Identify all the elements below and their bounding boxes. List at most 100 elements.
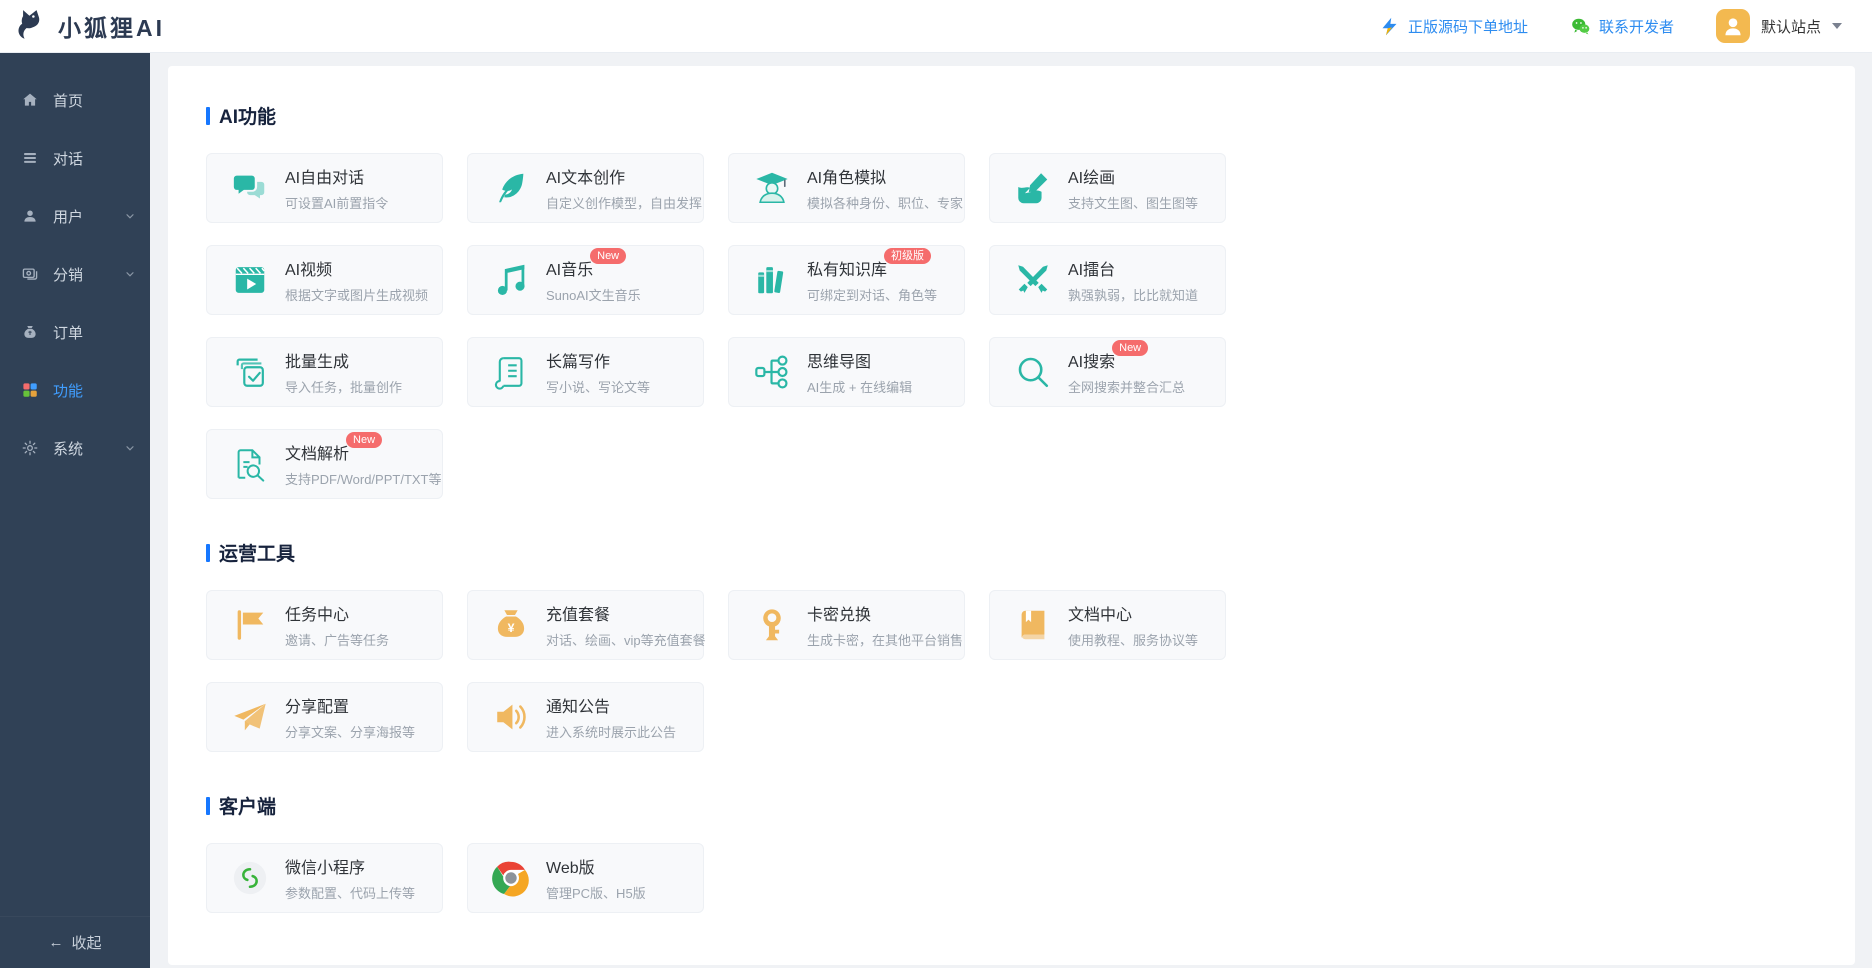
card-desc: 参数配置、代码上传等 bbox=[285, 883, 415, 902]
sidebar-item-system[interactable]: 系统 bbox=[0, 419, 150, 477]
feature-card-doc-center[interactable]: 文档中心使用教程、服务协议等 bbox=[989, 590, 1226, 660]
key-icon bbox=[753, 606, 791, 644]
feature-card-ai-music[interactable]: AI音乐NewSunoAI文生音乐 bbox=[467, 245, 704, 315]
card-desc: 分享文案、分享海报等 bbox=[285, 722, 415, 741]
sidebar-item-home[interactable]: 首页 bbox=[0, 71, 150, 129]
sidebar-item-chat[interactable]: 对话 bbox=[0, 129, 150, 187]
feature-card-ai-role-play[interactable]: AI角色模拟模拟各种身份、职位、专家 bbox=[728, 153, 965, 223]
graduate-icon bbox=[753, 169, 791, 207]
card-text: AI绘画支持文生图、图生图等 bbox=[1068, 164, 1198, 212]
feature-card-batch-generate[interactable]: 批量生成导入任务，批量创作 bbox=[206, 337, 443, 407]
card-title: AI音乐 bbox=[546, 256, 593, 280]
card-title: Web版 bbox=[546, 854, 595, 878]
section-ops-tools: 运营工具任务中心邀请、广告等任务¥充值套餐对话、绘画、vip等充值套餐卡密兑换生… bbox=[206, 539, 1815, 752]
moneybag-icon: ¥ bbox=[492, 606, 530, 644]
card-title: 批量生成 bbox=[285, 348, 349, 372]
feature-card-mind-map[interactable]: 思维导图AI生成 + 在线编辑 bbox=[728, 337, 965, 407]
sidebar-item-label: 用户 bbox=[53, 206, 124, 227]
section-title-bar bbox=[206, 797, 210, 815]
mindmap-icon bbox=[753, 353, 791, 391]
sections: AI功能 AI自由对话可设置AI前置指令 AI文本创作自定义创作模型，自由发挥 AI角… bbox=[206, 102, 1815, 913]
arrow-left-icon: ← bbox=[48, 934, 63, 951]
feature-card-wechat-miniprogram[interactable]: 微信小程序参数配置、代码上传等 bbox=[206, 843, 443, 913]
feature-card-announcement[interactable]: 通知公告进入系统时展示此公告 bbox=[467, 682, 704, 752]
sidebar-item-label: 系统 bbox=[53, 438, 124, 459]
feature-card-task-center[interactable]: 任务中心邀请、广告等任务 bbox=[206, 590, 443, 660]
feature-card-knowledge-base[interactable]: 私有知识库初级版可绑定到对话、角色等 bbox=[728, 245, 965, 315]
section-title-text: AI功能 bbox=[219, 102, 276, 129]
sidebar-item-features[interactable]: 功能 bbox=[0, 361, 150, 419]
fox-logo-icon bbox=[12, 7, 50, 45]
card-text: 分享配置分享文案、分享海报等 bbox=[285, 693, 415, 741]
z-logo-icon bbox=[1379, 16, 1400, 37]
section-title: 客户端 bbox=[206, 792, 1815, 819]
badge: 初级版 bbox=[884, 248, 931, 264]
feature-card-ai-search[interactable]: AI搜索New全网搜索并整合汇总 bbox=[989, 337, 1226, 407]
card-title: 分享配置 bbox=[285, 693, 349, 717]
sidebar: 首页对话用户分销订单功能系统 ← 收起 bbox=[0, 53, 150, 968]
collapse-label: 收起 bbox=[71, 932, 101, 953]
flag-icon bbox=[231, 606, 269, 644]
feature-card-ai-painting[interactable]: AI绘画支持文生图、图生图等 bbox=[989, 153, 1226, 223]
card-title: AI文本创作 bbox=[546, 164, 625, 188]
site-label: 默认站点 bbox=[1761, 16, 1821, 37]
card-grid: AI自由对话可设置AI前置指令 AI文本创作自定义创作模型，自由发挥 AI角色模拟模… bbox=[206, 153, 1815, 499]
card-desc: 可绑定到对话、角色等 bbox=[807, 285, 937, 304]
distribution-icon bbox=[21, 265, 39, 283]
video-clapper-icon bbox=[231, 261, 269, 299]
card-text: 通知公告进入系统时展示此公告 bbox=[546, 693, 676, 741]
book-icon bbox=[1014, 606, 1052, 644]
card-title: 文档中心 bbox=[1068, 601, 1132, 625]
link-contact-developer[interactable]: 联系开发者 bbox=[1570, 16, 1674, 37]
chat-bubbles-icon bbox=[231, 169, 269, 207]
badge: New bbox=[590, 248, 626, 264]
scroll-doc-icon bbox=[492, 353, 530, 391]
card-title: 文档解析 bbox=[285, 440, 349, 464]
card-desc: 邀请、广告等任务 bbox=[285, 630, 389, 649]
sidebar-item-users[interactable]: 用户 bbox=[0, 187, 150, 245]
feature-card-doc-parse[interactable]: 文档解析New支持PDF/Word/PPT/TXT等 bbox=[206, 429, 443, 499]
card-text: 充值套餐对话、绘画、vip等充值套餐 bbox=[546, 601, 691, 649]
feature-card-ai-video[interactable]: AI视频根据文字或图片生成视频 bbox=[206, 245, 443, 315]
card-grid: 微信小程序参数配置、代码上传等 Web版管理PC版、H5版 bbox=[206, 843, 1815, 913]
card-text: Web版管理PC版、H5版 bbox=[546, 854, 646, 902]
sidebar-menu: 首页对话用户分销订单功能系统 bbox=[0, 53, 150, 477]
sidebar-item-distribution[interactable]: 分销 bbox=[0, 245, 150, 303]
section-ai-features: AI功能 AI自由对话可设置AI前置指令 AI文本创作自定义创作模型，自由发挥 AI角… bbox=[206, 102, 1815, 499]
card-title: AI搜索 bbox=[1068, 348, 1115, 372]
feature-card-ai-free-chat[interactable]: AI自由对话可设置AI前置指令 bbox=[206, 153, 443, 223]
card-text: AI自由对话可设置AI前置指令 bbox=[285, 164, 388, 212]
card-text: 任务中心邀请、广告等任务 bbox=[285, 601, 389, 649]
user-avatar-icon bbox=[1716, 9, 1750, 43]
feature-card-ai-text-creation[interactable]: AI文本创作自定义创作模型，自由发挥 bbox=[467, 153, 704, 223]
sidebar-item-orders[interactable]: 订单 bbox=[0, 303, 150, 361]
card-desc: 管理PC版、H5版 bbox=[546, 883, 646, 902]
card-desc: 对话、绘画、vip等充值套餐 bbox=[546, 630, 691, 649]
feature-card-card-redeem[interactable]: 卡密兑换生成卡密，在其他平台销售 bbox=[728, 590, 965, 660]
chat-list-icon bbox=[21, 149, 39, 167]
card-text: 长篇写作写小说、写论文等 bbox=[546, 348, 650, 396]
feature-card-recharge-packages[interactable]: ¥ 充值套餐对话、绘画、vip等充值套餐 bbox=[467, 590, 704, 660]
section-title-bar bbox=[206, 544, 210, 562]
feature-card-long-writing[interactable]: 长篇写作写小说、写论文等 bbox=[467, 337, 704, 407]
card-title: AI视频 bbox=[285, 256, 332, 280]
collapse-sidebar-button[interactable]: ← 收起 bbox=[0, 916, 150, 968]
crossed-swords-icon bbox=[1014, 261, 1052, 299]
card-text: AI搜索New全网搜索并整合汇总 bbox=[1068, 348, 1185, 396]
brand-name: 小狐狸AI bbox=[58, 9, 165, 43]
card-text: AI音乐NewSunoAI文生音乐 bbox=[546, 256, 641, 304]
gear-icon bbox=[21, 439, 39, 457]
sidebar-item-label: 对话 bbox=[53, 148, 136, 169]
feature-card-share-config[interactable]: 分享配置分享文案、分享海报等 bbox=[206, 682, 443, 752]
moneybag-small-icon bbox=[21, 323, 39, 341]
card-title: AI自由对话 bbox=[285, 164, 364, 188]
link-source-order[interactable]: 正版源码下单地址 bbox=[1379, 16, 1528, 37]
batch-check-icon bbox=[231, 353, 269, 391]
site-switcher[interactable]: 默认站点 bbox=[1716, 9, 1842, 43]
sidebar-item-label: 首页 bbox=[53, 90, 136, 111]
feature-card-ai-arena[interactable]: AI擂台孰强孰弱，比比就知道 bbox=[989, 245, 1226, 315]
feature-card-web-version[interactable]: Web版管理PC版、H5版 bbox=[467, 843, 704, 913]
card-title: 通知公告 bbox=[546, 693, 610, 717]
card-desc: 导入任务，批量创作 bbox=[285, 377, 402, 396]
card-title: 私有知识库 bbox=[807, 256, 887, 280]
